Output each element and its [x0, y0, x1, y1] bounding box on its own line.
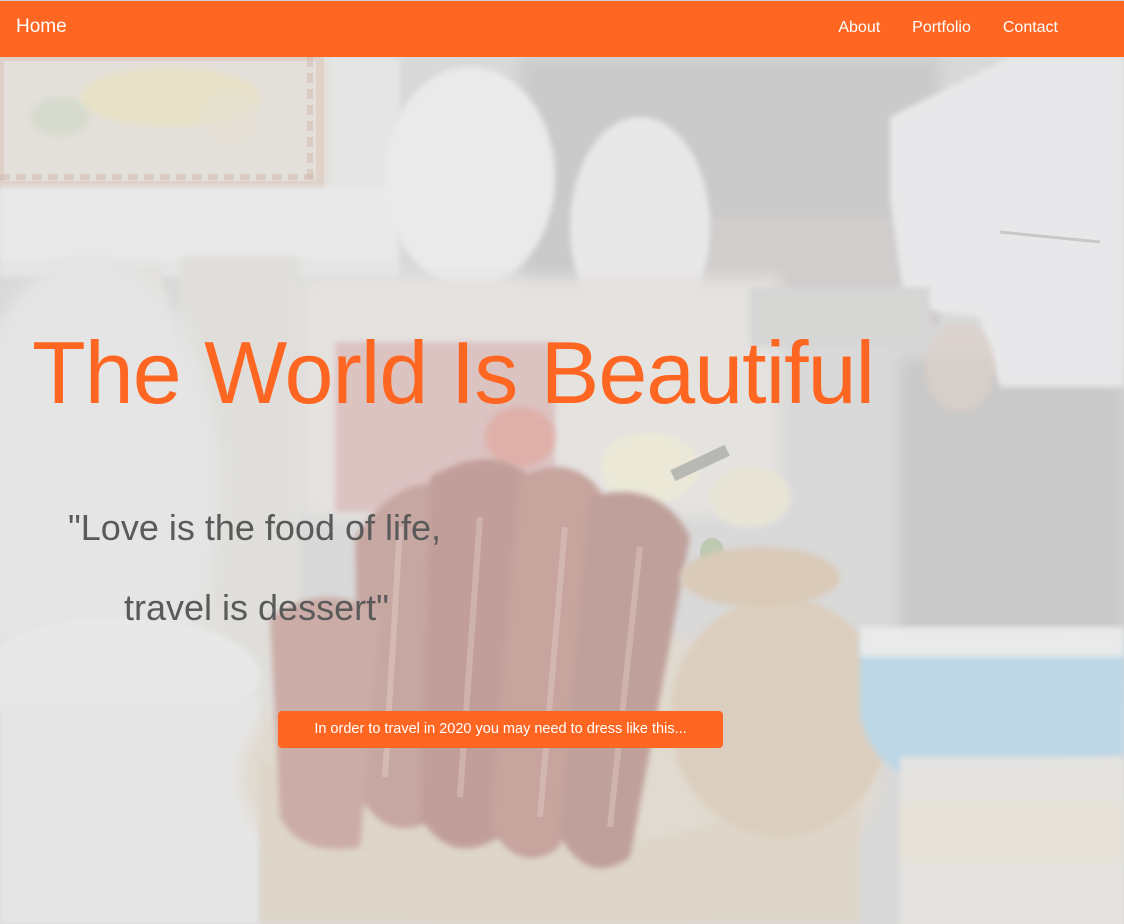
nav-link-contact[interactable]: Contact	[1003, 19, 1058, 37]
hero-title: The World Is Beautiful	[32, 323, 875, 422]
page: Home About Portfolio Contact The World I…	[0, 0, 1124, 924]
quote-line-1: "Love is the food of life,	[68, 507, 442, 548]
quote-line-2: travel is dessert"	[124, 587, 389, 628]
nav-link-portfolio[interactable]: Portfolio	[912, 19, 971, 37]
dress-cta-button[interactable]: In order to travel in 2020 you may need …	[278, 711, 723, 748]
nav-links: About Portfolio Contact	[838, 19, 1058, 37]
nav-home-link[interactable]: Home	[16, 16, 67, 38]
navbar: Home About Portfolio Contact	[0, 0, 1124, 57]
hero-background-image	[0, 57, 1124, 924]
nav-link-about[interactable]: About	[838, 19, 880, 37]
